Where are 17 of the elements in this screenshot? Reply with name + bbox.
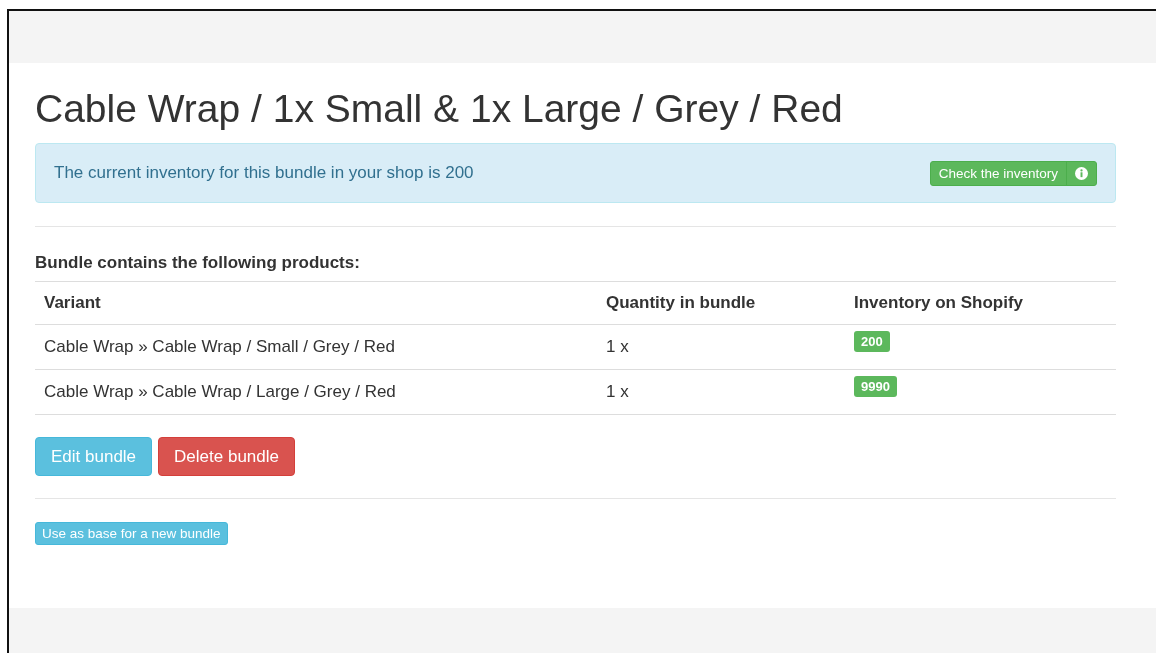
table-cell: Cable Wrap » Cable Wrap / Large / Grey / Red	[35, 369, 597, 415]
alert-message: The current inventory for this bundle in your shop is 200	[54, 163, 474, 183]
delete-button[interactable]: Delete bundle	[158, 437, 295, 476]
page-title: Cable Wrap / 1x Small & 1x Large / Grey / Red	[35, 87, 844, 131]
column-header: Quantity in bundle	[597, 281, 845, 325]
use-as-base-button[interactable]: Use as base for a new bundle	[35, 522, 228, 545]
edit-button[interactable]: Edit bundle	[35, 437, 153, 476]
table-cell: 1 x	[597, 324, 845, 370]
check-inventory-button[interactable]: Check the inventory	[929, 160, 1097, 186]
column-header: Inventory on Shopify	[845, 281, 1116, 325]
info-icon	[1075, 166, 1088, 180]
inventory-label: 200	[854, 331, 890, 352]
column-header: Variant	[35, 281, 597, 325]
table-cell: 1 x	[597, 369, 845, 415]
table-cell: Cable Wrap » Cable Wrap / Small / Grey / Red	[35, 324, 597, 370]
inventory-label: 9990	[854, 376, 897, 397]
section-title: Bundle contains the following products:	[35, 253, 361, 273]
